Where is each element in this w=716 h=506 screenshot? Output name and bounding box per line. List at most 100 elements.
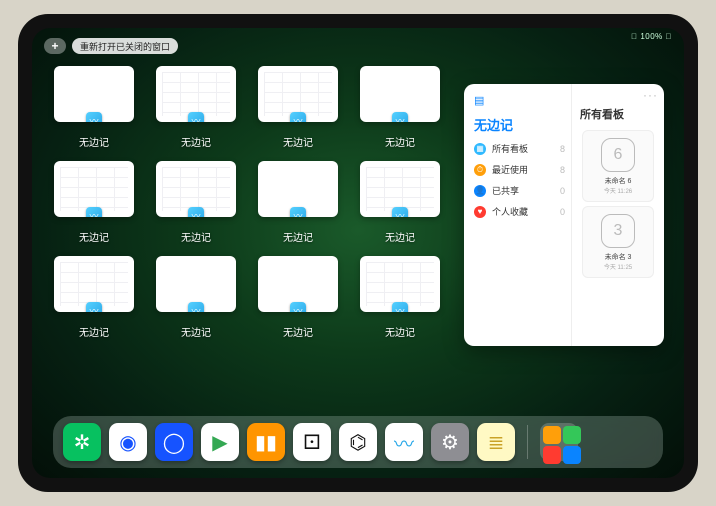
window-preview: 〰 <box>156 66 236 122</box>
board-time: 今天 11:25 <box>604 262 632 271</box>
ipad-frame: 􀙇 100% 􀛨 + 重新打开已关闭的窗口 〰无边记〰无边记〰无边记〰无边记〰无… <box>18 14 698 492</box>
window-preview: 〰 <box>54 256 134 312</box>
reopen-closed-window-button[interactable]: 重新打开已关闭的窗口 <box>72 38 178 54</box>
freeform-icon: 〰 <box>290 112 306 122</box>
window-thumbnail[interactable]: 〰无边记 <box>360 66 440 149</box>
dock-app-books[interactable]: ▮▮ <box>247 423 285 461</box>
window-thumbnail[interactable]: 〰无边记 <box>258 256 338 339</box>
dock-app-freeform[interactable]: 〰 <box>385 423 423 461</box>
window-grid: 〰无边记〰无边记〰无边记〰无边记〰无边记〰无边记〰无边记〰无边记〰无边记〰无边记… <box>54 66 454 339</box>
sidebar-toggle-icon[interactable]: ▤ <box>474 94 565 107</box>
board-sketch: 6 <box>601 138 635 172</box>
dock-app-nodes[interactable]: ⌬ <box>339 423 377 461</box>
dock-app-notes[interactable]: ≣ <box>477 423 515 461</box>
panel-left: ▤ 无边记 ▦ 所有看板 8 ⏱ 最近使用 8 👤 已共享 0 ♥ 个人收藏 0 <box>464 84 572 346</box>
category-count: 0 <box>560 207 565 217</box>
freeform-icon: 〰 <box>86 302 102 312</box>
category-row[interactable]: ♥ 个人收藏 0 <box>474 205 565 218</box>
recent-app-icon <box>563 446 581 464</box>
category-count: 0 <box>560 186 565 196</box>
category-count: 8 <box>560 144 565 154</box>
window-preview: 〰 <box>156 256 236 312</box>
freeform-icon: 〰 <box>392 207 408 217</box>
dock-app-library[interactable] <box>540 423 578 461</box>
window-label: 无边记 <box>385 134 415 149</box>
window-thumbnail[interactable]: 〰无边记 <box>54 66 134 149</box>
more-icon[interactable]: ··· <box>643 88 658 102</box>
window-preview: 〰 <box>360 161 440 217</box>
freeform-icon: 〰 <box>86 207 102 217</box>
dock-recents-group[interactable] <box>540 423 578 461</box>
window-thumbnail[interactable]: 〰无边记 <box>54 256 134 339</box>
category-row[interactable]: ▦ 所有看板 8 <box>474 142 565 155</box>
window-label: 无边记 <box>283 324 313 339</box>
window-label: 无边记 <box>79 229 109 244</box>
freeform-icon: 〰 <box>290 302 306 312</box>
window-preview: 〰 <box>54 66 134 122</box>
window-label: 无边记 <box>283 229 313 244</box>
freeform-icon: 〰 <box>188 207 204 217</box>
dock-app-quark[interactable]: ◯ <box>155 423 193 461</box>
dock-app-quark-hd[interactable]: ◉ <box>109 423 147 461</box>
category-label: 个人收藏 <box>492 205 528 218</box>
category-icon: ▦ <box>474 143 486 155</box>
window-label: 无边记 <box>181 324 211 339</box>
freeform-icon: 〰 <box>290 207 306 217</box>
window-thumbnail[interactable]: 〰无边记 <box>360 256 440 339</box>
window-thumbnail[interactable]: 〰无边记 <box>360 161 440 244</box>
top-bar: + 重新打开已关闭的窗口 <box>44 38 178 54</box>
window-thumbnail[interactable]: 〰无边记 <box>156 66 236 149</box>
freeform-icon: 〰 <box>392 302 408 312</box>
window-label: 无边记 <box>283 134 313 149</box>
window-label: 无边记 <box>385 324 415 339</box>
window-thumbnail[interactable]: 〰无边记 <box>156 256 236 339</box>
window-preview: 〰 <box>258 66 338 122</box>
screen: 􀙇 100% 􀛨 + 重新打开已关闭的窗口 〰无边记〰无边记〰无边记〰无边记〰无… <box>32 28 684 478</box>
window-thumbnail[interactable]: 〰无边记 <box>156 161 236 244</box>
recent-app-icon <box>543 426 561 444</box>
recent-app-icon <box>563 426 581 444</box>
dock: ✲◉◯▶▮▮⚀⌬〰⚙≣ <box>53 416 663 468</box>
dock-separator <box>527 425 528 459</box>
freeform-icon: 〰 <box>86 112 102 122</box>
dock-app-dice[interactable]: ⚀ <box>293 423 331 461</box>
board-thumbnail[interactable]: 3 未命名 3今天 11:25 <box>582 206 654 278</box>
panel-right-title: 所有看板 <box>580 106 656 122</box>
category-label: 最近使用 <box>492 163 528 176</box>
board-name: 未命名 6 <box>605 176 632 186</box>
board-time: 今天 11:26 <box>604 186 632 195</box>
freeform-icon: 〰 <box>392 112 408 122</box>
window-preview: 〰 <box>156 161 236 217</box>
category-icon: ♥ <box>474 206 486 218</box>
recent-app-icon <box>543 446 561 464</box>
category-row[interactable]: ⏱ 最近使用 8 <box>474 163 565 176</box>
category-icon: 👤 <box>474 185 486 197</box>
board-thumbnail[interactable]: 6 未命名 6今天 11:26 <box>582 130 654 202</box>
add-window-button[interactable]: + <box>44 38 66 54</box>
window-preview: 〰 <box>360 66 440 122</box>
category-label: 已共享 <box>492 184 519 197</box>
window-label: 无边记 <box>385 229 415 244</box>
panel-app-title: 无边记 <box>474 115 565 134</box>
window-label: 无边记 <box>181 134 211 149</box>
category-icon: ⏱ <box>474 164 486 176</box>
category-count: 8 <box>560 165 565 175</box>
freeform-sidebar-panel[interactable]: ▤ 无边记 ▦ 所有看板 8 ⏱ 最近使用 8 👤 已共享 0 ♥ 个人收藏 0 ··· 所有看板 6… <box>464 84 664 346</box>
window-thumbnail[interactable]: 〰无边记 <box>54 161 134 244</box>
panel-right: ··· 所有看板 6 未命名 6今天 11:26 3 未命名 3今天 11:25 <box>572 84 664 346</box>
dock-app-play[interactable]: ▶ <box>201 423 239 461</box>
dock-app-wechat[interactable]: ✲ <box>63 423 101 461</box>
window-label: 无边记 <box>79 324 109 339</box>
window-preview: 〰 <box>258 161 338 217</box>
window-preview: 〰 <box>360 256 440 312</box>
window-label: 无边记 <box>79 134 109 149</box>
board-name: 未命名 3 <box>605 252 632 262</box>
category-label: 所有看板 <box>492 142 528 155</box>
window-thumbnail[interactable]: 〰无边记 <box>258 66 338 149</box>
window-thumbnail[interactable]: 〰无边记 <box>258 161 338 244</box>
freeform-icon: 〰 <box>188 112 204 122</box>
category-row[interactable]: 👤 已共享 0 <box>474 184 565 197</box>
window-preview: 〰 <box>258 256 338 312</box>
dock-app-settings[interactable]: ⚙ <box>431 423 469 461</box>
board-sketch: 3 <box>601 214 635 248</box>
